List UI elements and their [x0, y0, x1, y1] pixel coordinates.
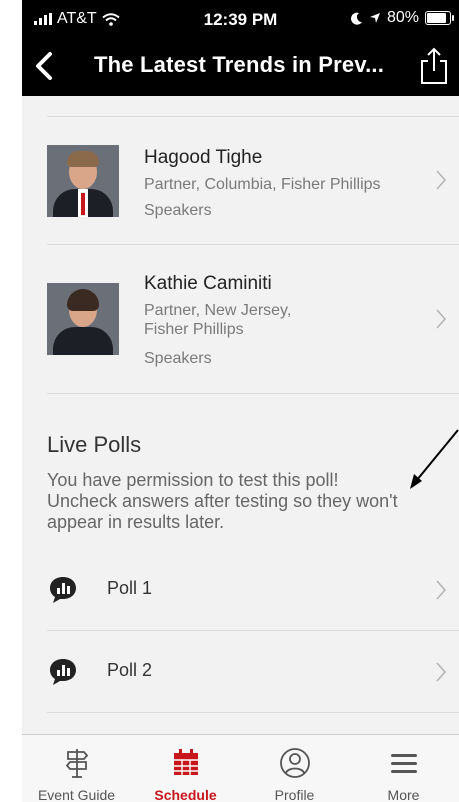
speaker-name: Kathie Caminiti — [144, 273, 272, 294]
speaker-row-hagood-tighe[interactable]: Hagood Tighe Partner, Columbia, Fisher P… — [22, 117, 459, 243]
poll-row-2[interactable]: Poll 2 — [22, 642, 459, 702]
battery-icon — [425, 11, 454, 25]
tab-label: Event Guide — [37, 787, 116, 802]
poll-chat-icon — [50, 577, 76, 603]
live-polls-heading: Live Polls — [47, 432, 142, 457]
speaker-role-line-2: Fisher Phillips — [144, 321, 244, 338]
speaker-role: Partner, Columbia, Fisher Phillips — [144, 176, 381, 193]
profile-icon — [279, 748, 310, 778]
nav-bar: The Latest Trends in Prev... — [22, 38, 459, 96]
poll-row-1[interactable]: Poll 1 — [22, 560, 459, 620]
location-icon — [369, 13, 380, 23]
tab-more[interactable]: More — [349, 735, 458, 802]
status-right: 80% — [350, 9, 454, 27]
tab-event-guide[interactable]: Event Guide — [22, 735, 131, 802]
divider — [47, 630, 459, 631]
annotation-arrow — [410, 429, 459, 489]
speaker-category: Speakers — [144, 350, 212, 367]
chevron-right-icon — [436, 580, 447, 600]
live-polls-description: You have permission to test this poll! U… — [47, 470, 398, 532]
speaker-category: Speakers — [144, 202, 212, 219]
speaker-photo — [47, 283, 119, 355]
speaker-name: Hagood Tighe — [144, 147, 263, 168]
moon-icon — [350, 12, 362, 25]
poll-label: Poll 1 — [107, 578, 153, 598]
calendar-icon — [173, 749, 198, 775]
phone-screen: AT&T 12:39 PM 80% The Latest Trends in P… — [22, 0, 459, 802]
menu-icon — [390, 754, 417, 773]
tab-label: Schedule — [154, 787, 217, 802]
signpost-icon — [65, 749, 88, 778]
session-detail-content: Hagood Tighe Partner, Columbia, Fisher P… — [22, 96, 459, 734]
status-bar: AT&T 12:39 PM 80% — [22, 0, 459, 38]
divider — [47, 393, 459, 394]
tab-label: Profile — [274, 787, 315, 802]
chevron-right-icon — [436, 662, 447, 682]
back-chevron-icon[interactable] — [28, 48, 64, 84]
tab-schedule[interactable]: Schedule — [131, 735, 240, 802]
speaker-role-line-1: Partner, New Jersey, — [144, 302, 292, 319]
share-icon[interactable] — [417, 46, 451, 86]
speaker-photo — [47, 145, 119, 217]
divider — [47, 712, 459, 713]
tab-bar: Event Guide Schedule Profile More — [22, 734, 459, 802]
top-bar: AT&T 12:39 PM 80% The Latest Trends in P… — [22, 0, 459, 96]
tab-label: More — [387, 787, 420, 802]
tab-profile[interactable]: Profile — [240, 735, 349, 802]
battery-percent: 80% — [386, 9, 419, 26]
speaker-row-kathie-caminiti[interactable]: Kathie Caminiti Partner, New Jersey, Fis… — [22, 245, 459, 393]
page-title: The Latest Trends in Prev... — [94, 52, 385, 77]
poll-label: Poll 2 — [107, 660, 153, 680]
poll-chat-icon — [50, 659, 76, 685]
left-margin — [0, 0, 22, 802]
chevron-right-icon — [436, 170, 447, 190]
chevron-right-icon — [436, 309, 447, 329]
